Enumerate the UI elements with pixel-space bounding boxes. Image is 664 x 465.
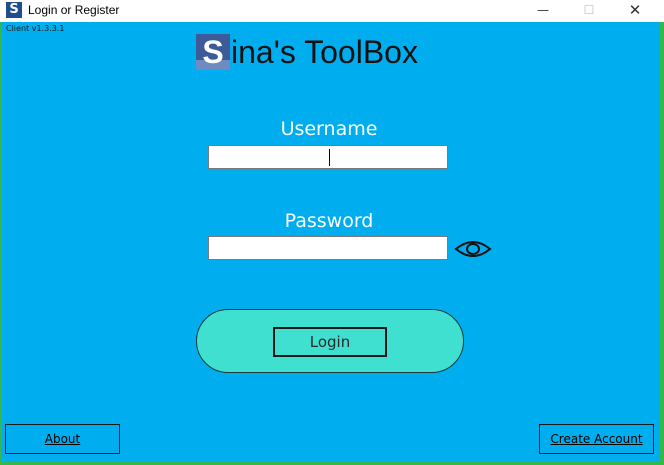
- logo-letter: S: [202, 34, 224, 70]
- window-border-right: [660, 22, 664, 465]
- about-button[interactable]: About: [5, 424, 120, 454]
- login-panel: Client v1.3.3.1 S ina's ToolBox Username…: [2, 22, 660, 462]
- password-input[interactable]: [209, 237, 447, 260]
- version-label: Client v1.3.3.1: [6, 24, 65, 33]
- create-account-button[interactable]: Create Account: [539, 424, 654, 454]
- close-button[interactable]: ✕: [612, 0, 658, 22]
- username-label: Username: [280, 118, 378, 140]
- username-input[interactable]: [209, 146, 447, 169]
- username-field[interactable]: [208, 145, 448, 169]
- password-field[interactable]: [208, 236, 448, 260]
- logo-title: ina's ToolBox: [231, 34, 418, 70]
- app-logo: S ina's ToolBox: [196, 32, 418, 72]
- minimize-button[interactable]: —: [520, 0, 566, 22]
- logo-icon: S: [196, 34, 230, 70]
- login-button[interactable]: Login: [273, 327, 387, 357]
- title-bar: S Login or Register — ☐ ✕: [0, 0, 664, 22]
- window-title: Login or Register: [28, 3, 120, 17]
- password-label: Password: [284, 210, 374, 232]
- text-caret: [329, 149, 330, 166]
- app-icon: S: [6, 2, 22, 18]
- eye-icon[interactable]: [454, 238, 492, 260]
- login-button-frame[interactable]: Login: [196, 309, 464, 373]
- maximize-button[interactable]: ☐: [566, 0, 612, 22]
